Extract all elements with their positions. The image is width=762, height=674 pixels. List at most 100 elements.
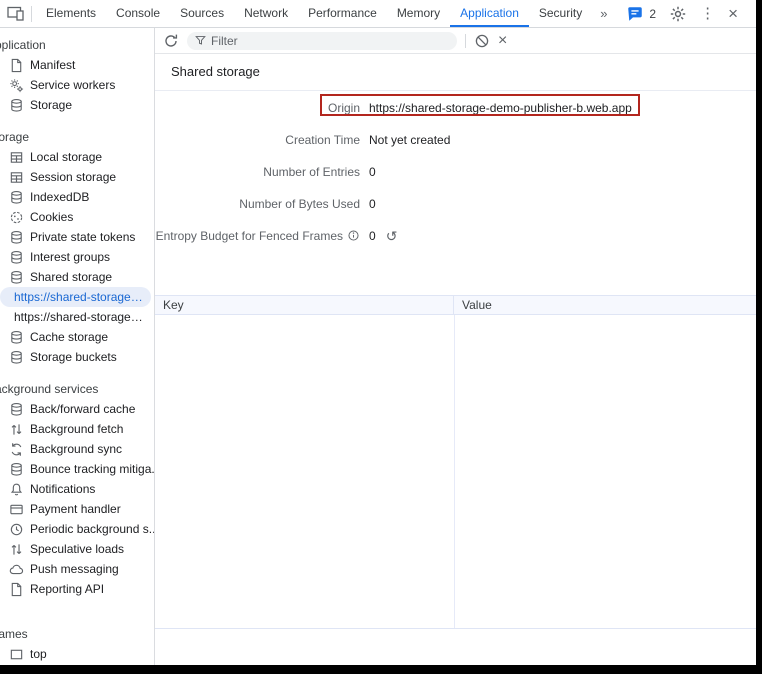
sidebar-item-label: Notifications [30,482,95,496]
report-value-text: https://shared-storage-demo-publisher-b.… [369,101,632,115]
database-icon [8,349,24,365]
sidebar-item-label: https://shared-storage-d... [14,290,146,304]
section-title: Frames [0,625,154,644]
frame-icon [8,646,24,662]
arrows-up-down-icon [8,541,24,557]
close-devtools-icon[interactable]: × [728,5,738,22]
device-toolbar-icon[interactable] [7,6,25,22]
sidebar-item-interest-groups[interactable]: Interest groups [0,247,154,267]
sidebar-item-https-shared-storage-d[interactable]: https://shared-storage-d... [0,287,151,307]
column-header-value[interactable]: Value [454,296,762,314]
sidebar-item-notifications[interactable]: Notifications [0,479,154,499]
sidebar-item-label: Service workers [30,78,115,92]
report-value-text: 0 [369,165,376,179]
report-label: Number of Bytes Used [155,197,360,211]
datagrid-body[interactable] [155,315,762,629]
sync-icon [8,441,24,457]
panel-toolbar: × [155,28,762,54]
sidebar-item-speculative-loads[interactable]: Speculative loads [0,539,154,559]
sidebar-item-cache-storage[interactable]: Cache storage [0,327,154,347]
more-options-icon[interactable]: ⋮ [700,6,715,21]
report-label: Origin [155,101,360,115]
sidebar-item-cookies[interactable]: Cookies [0,207,154,227]
refresh-icon[interactable] [163,33,179,49]
report-value-text: Not yet created [369,133,450,147]
cloud-icon [8,561,24,577]
more-tabs-chevron-icon[interactable]: » [592,6,615,21]
sidebar-item-label: Push messaging [30,562,119,576]
sidebar-item-service-workers[interactable]: Service workers [0,75,154,95]
sidebar-item-session-storage[interactable]: Session storage [0,167,154,187]
settings-gear-icon[interactable] [669,6,687,22]
tab-network[interactable]: Network [234,0,298,27]
panel-tabs: ElementsConsoleSourcesNetworkPerformance… [36,0,592,27]
column-header-key[interactable]: Key [155,296,454,314]
sidebar-item-label: Speculative loads [30,542,124,556]
database-icon [8,461,24,477]
sidebar-item-https-shared-storage-d[interactable]: https://shared-storage-d... [0,307,154,327]
sidebar-item-top[interactable]: top [0,644,154,664]
sidebar-item-label: Payment handler [30,502,121,516]
report-value: 0 [369,197,376,211]
sidebar-item-storage[interactable]: Storage [0,95,154,115]
database-icon [8,269,24,285]
section-title: Storage [0,128,154,147]
sidebar-item-background-fetch[interactable]: Background fetch [0,419,154,439]
table-icon [8,169,24,185]
sidebar-item-back-forward-cache[interactable]: Back/forward cache [0,399,154,419]
clock-icon [8,521,24,537]
metadata-report: Origin https://shared-storage-demo-publis… [155,91,762,245]
sidebar-item-periodic-background-s[interactable]: Periodic background s... [0,519,154,539]
sidebar-item-label: top [30,647,47,661]
tab-application[interactable]: Application [450,0,529,27]
sidebar-item-push-messaging[interactable]: Push messaging [0,559,154,579]
close-filter-icon[interactable]: × [498,33,507,49]
screenshot-right-edge [756,0,762,674]
reset-budget-icon[interactable]: ↺ [386,229,398,243]
report-label-text: Origin [328,101,360,115]
tab-performance[interactable]: Performance [298,0,387,27]
report-value: 0 [369,165,376,179]
sidebar-item-background-sync[interactable]: Background sync [0,439,154,459]
report-row-number-of-bytes-used: Number of Bytes Used 0 [155,194,762,213]
sidebar-item-payment-handler[interactable]: Payment handler [0,499,154,519]
database-icon [8,401,24,417]
sidebar-item-label: Periodic background s... [30,522,155,536]
sidebar-item-manifest[interactable]: Manifest [0,55,154,75]
database-icon [8,229,24,245]
sidebar-item-indexeddb[interactable]: IndexedDB [0,187,154,207]
info-icon[interactable] [347,229,360,242]
sidebar-item-bounce-tracking-mitiga[interactable]: Bounce tracking mitiga... [0,459,154,479]
clear-block-icon[interactable] [474,33,490,49]
report-value: Not yet created [369,133,450,147]
column-resize-handle[interactable] [454,315,455,628]
sidebar-item-label: Interest groups [30,250,110,264]
sidebar-item-label: Cookies [30,210,73,224]
arrows-up-down-icon [8,421,24,437]
sidebar-item-label: Local storage [30,150,102,164]
tab-sources[interactable]: Sources [170,0,234,27]
tab-memory[interactable]: Memory [387,0,450,27]
datagrid-header: Key Value [155,296,762,315]
sidebar-item-label: Background sync [30,442,122,456]
database-icon [8,329,24,345]
document-icon [8,581,24,597]
issues-counter[interactable]: 2 [626,6,656,22]
sidebar-item-shared-storage[interactable]: Shared storage [0,267,154,287]
filter-funnel-icon [195,35,206,46]
tab-console[interactable]: Console [106,0,170,27]
tab-security[interactable]: Security [529,0,592,27]
filter-input[interactable] [211,34,449,48]
sidebar-item-storage-buckets[interactable]: Storage buckets [0,347,154,367]
report-label-text: Number of Bytes Used [239,197,360,211]
tab-elements[interactable]: Elements [36,0,106,27]
filter-box [187,32,457,50]
sidebar-item-local-storage[interactable]: Local storage [0,147,154,167]
sidebar-item-private-state-tokens[interactable]: Private state tokens [0,227,154,247]
issues-count-label: 2 [649,7,656,21]
sidebar-item-reporting-api[interactable]: Reporting API [0,579,154,599]
sidebar-item-label: https://shared-storage-d... [14,310,146,324]
section-title: Background services [0,380,154,399]
devtools-tabbar: ElementsConsoleSourcesNetworkPerformance… [0,0,762,28]
sidebar-item-label: IndexedDB [30,190,89,204]
